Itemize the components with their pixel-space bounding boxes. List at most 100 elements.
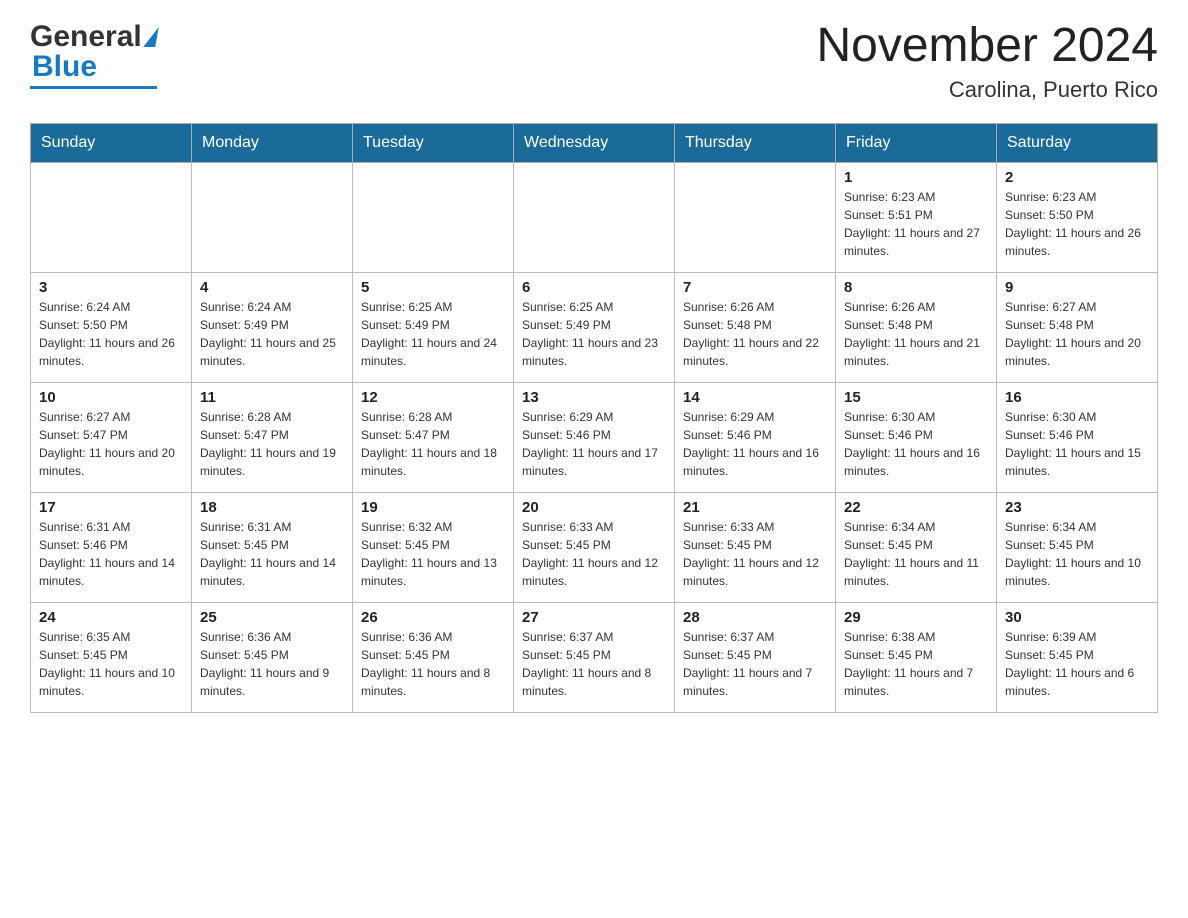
calendar-cell: 3Sunrise: 6:24 AM Sunset: 5:50 PM Daylig… (31, 272, 192, 382)
day-info: Sunrise: 6:25 AM Sunset: 5:49 PM Dayligh… (361, 298, 505, 370)
day-info: Sunrise: 6:35 AM Sunset: 5:45 PM Dayligh… (39, 628, 183, 700)
day-info: Sunrise: 6:30 AM Sunset: 5:46 PM Dayligh… (844, 408, 988, 480)
calendar-row-3: 17 Sunrise: 6:31 AM Sunset: 5:46 PM Dayli… (31, 492, 1158, 602)
day-info: Sunrise: 6:36 AM Sunset: 5:45 PM Dayligh… (200, 628, 344, 700)
col-header-friday: Friday (836, 123, 997, 162)
calendar-cell: 8 Sunrise: 6:26 AM Sunset: 5:48 PM Daylig… (836, 272, 997, 382)
calendar-table: SundayMondayTuesdayWednesdayThursdayFrid… (30, 123, 1158, 713)
calendar-cell: 7 Sunrise: 6:26 AM Sunset: 5:48 PM Daylig… (675, 272, 836, 382)
logo-general-text: General (30, 20, 142, 54)
calendar-cell: 28Sunrise: 6:37 AM Sunset: 5:45 PM Dayli… (675, 602, 836, 712)
day-info: Sunrise: 6:34 AM Sunset: 5:45 PM Dayligh… (844, 518, 988, 590)
day-number: 15 (844, 389, 988, 406)
day-info: Sunrise: 6:31 AM Sunset: 5:45 PM Dayligh… (200, 518, 344, 590)
day-info: Sunrise: 6:24 AM Sunset: 5:50 PM Dayligh… (39, 298, 183, 370)
day-number: 20 (522, 499, 666, 516)
day-info: Sunrise: 6:37 AM Sunset: 5:45 PM Dayligh… (683, 628, 827, 700)
calendar-cell: 1 Sunrise: 6:23 AM Sunset: 5:51 PM Daylig… (836, 162, 997, 272)
day-info: Sunrise: 6:32 AM Sunset: 5:45 PM Dayligh… (361, 518, 505, 590)
day-number: 27 (522, 609, 666, 626)
day-number: 24 (39, 609, 183, 626)
calendar-cell: 30 Sunrise: 6:39 AM Sunset: 5:45 PM Dayli… (997, 602, 1158, 712)
calendar-cell: 14 Sunrise: 6:29 AM Sunset: 5:46 PM Dayli… (675, 382, 836, 492)
day-number: 30 (1005, 609, 1149, 626)
title-block: November 2024 Carolina, Puerto Rico (816, 20, 1158, 103)
day-number: 7 (683, 279, 827, 296)
logo-blue-text: Blue (30, 50, 157, 84)
day-number: 13 (522, 389, 666, 406)
calendar-cell: 18 Sunrise: 6:31 AM Sunset: 5:45 PM Dayli… (192, 492, 353, 602)
day-number: 11 (200, 389, 344, 406)
day-number: 4 (200, 279, 344, 296)
day-number: 23 (1005, 499, 1149, 516)
day-info: Sunrise: 6:29 AM Sunset: 5:46 PM Dayligh… (683, 408, 827, 480)
col-header-sunday: Sunday (31, 123, 192, 162)
calendar-cell (192, 162, 353, 272)
day-info: Sunrise: 6:26 AM Sunset: 5:48 PM Dayligh… (844, 298, 988, 370)
day-number: 26 (361, 609, 505, 626)
day-info: Sunrise: 6:27 AM Sunset: 5:48 PM Dayligh… (1005, 298, 1149, 370)
day-number: 12 (361, 389, 505, 406)
calendar-row-1: 3Sunrise: 6:24 AM Sunset: 5:50 PM Daylig… (31, 272, 1158, 382)
calendar-cell (353, 162, 514, 272)
calendar-cell: 24 Sunrise: 6:35 AM Sunset: 5:45 PM Dayli… (31, 602, 192, 712)
logo-underline (30, 86, 157, 89)
day-info: Sunrise: 6:37 AM Sunset: 5:45 PM Dayligh… (522, 628, 666, 700)
calendar-header-row: SundayMondayTuesdayWednesdayThursdayFrid… (31, 123, 1158, 162)
col-header-monday: Monday (192, 123, 353, 162)
day-info: Sunrise: 6:28 AM Sunset: 5:47 PM Dayligh… (200, 408, 344, 480)
calendar-cell: 5Sunrise: 6:25 AM Sunset: 5:49 PM Daylig… (353, 272, 514, 382)
calendar-cell: 22 Sunrise: 6:34 AM Sunset: 5:45 PM Dayli… (836, 492, 997, 602)
day-info: Sunrise: 6:26 AM Sunset: 5:48 PM Dayligh… (683, 298, 827, 370)
calendar-cell: 11 Sunrise: 6:28 AM Sunset: 5:47 PM Dayli… (192, 382, 353, 492)
day-info: Sunrise: 6:27 AM Sunset: 5:47 PM Dayligh… (39, 408, 183, 480)
calendar-cell: 26 Sunrise: 6:36 AM Sunset: 5:45 PM Dayli… (353, 602, 514, 712)
day-info: Sunrise: 6:23 AM Sunset: 5:50 PM Dayligh… (1005, 188, 1149, 260)
day-info: Sunrise: 6:30 AM Sunset: 5:46 PM Dayligh… (1005, 408, 1149, 480)
day-info: Sunrise: 6:29 AM Sunset: 5:46 PM Dayligh… (522, 408, 666, 480)
day-info: Sunrise: 6:25 AM Sunset: 5:49 PM Dayligh… (522, 298, 666, 370)
calendar-cell: 21 Sunrise: 6:33 AM Sunset: 5:45 PM Dayli… (675, 492, 836, 602)
day-info: Sunrise: 6:38 AM Sunset: 5:45 PM Dayligh… (844, 628, 988, 700)
page-header: General Blue November 2024 Carolina, Pue… (30, 20, 1158, 103)
logo: General Blue (30, 20, 157, 89)
day-info: Sunrise: 6:33 AM Sunset: 5:45 PM Dayligh… (683, 518, 827, 590)
day-number: 19 (361, 499, 505, 516)
day-number: 1 (844, 169, 988, 186)
day-info: Sunrise: 6:34 AM Sunset: 5:45 PM Dayligh… (1005, 518, 1149, 590)
calendar-cell: 2Sunrise: 6:23 AM Sunset: 5:50 PM Daylig… (997, 162, 1158, 272)
calendar-row-4: 24 Sunrise: 6:35 AM Sunset: 5:45 PM Dayli… (31, 602, 1158, 712)
day-number: 14 (683, 389, 827, 406)
day-info: Sunrise: 6:31 AM Sunset: 5:46 PM Dayligh… (39, 518, 183, 590)
day-info: Sunrise: 6:36 AM Sunset: 5:45 PM Dayligh… (361, 628, 505, 700)
calendar-cell: 10 Sunrise: 6:27 AM Sunset: 5:47 PM Dayli… (31, 382, 192, 492)
day-number: 18 (200, 499, 344, 516)
calendar-cell: 23 Sunrise: 6:34 AM Sunset: 5:45 PM Dayli… (997, 492, 1158, 602)
calendar-cell: 9Sunrise: 6:27 AM Sunset: 5:48 PM Daylig… (997, 272, 1158, 382)
calendar-cell: 6 Sunrise: 6:25 AM Sunset: 5:49 PM Daylig… (514, 272, 675, 382)
col-header-thursday: Thursday (675, 123, 836, 162)
calendar-cell: 29Sunrise: 6:38 AM Sunset: 5:45 PM Dayli… (836, 602, 997, 712)
calendar-cell: 25Sunrise: 6:36 AM Sunset: 5:45 PM Dayli… (192, 602, 353, 712)
calendar-row-2: 10 Sunrise: 6:27 AM Sunset: 5:47 PM Dayli… (31, 382, 1158, 492)
location-text: Carolina, Puerto Rico (816, 77, 1158, 103)
day-number: 17 (39, 499, 183, 516)
day-number: 6 (522, 279, 666, 296)
calendar-cell: 15 Sunrise: 6:30 AM Sunset: 5:46 PM Dayli… (836, 382, 997, 492)
day-number: 8 (844, 279, 988, 296)
calendar-cell: 19 Sunrise: 6:32 AM Sunset: 5:45 PM Dayli… (353, 492, 514, 602)
day-info: Sunrise: 6:33 AM Sunset: 5:45 PM Dayligh… (522, 518, 666, 590)
calendar-cell: 27 Sunrise: 6:37 AM Sunset: 5:45 PM Dayli… (514, 602, 675, 712)
col-header-tuesday: Tuesday (353, 123, 514, 162)
calendar-cell: 16Sunrise: 6:30 AM Sunset: 5:46 PM Dayli… (997, 382, 1158, 492)
calendar-cell: 4Sunrise: 6:24 AM Sunset: 5:49 PM Daylig… (192, 272, 353, 382)
month-title: November 2024 (816, 20, 1158, 73)
calendar-cell: 17 Sunrise: 6:31 AM Sunset: 5:46 PM Dayli… (31, 492, 192, 602)
day-number: 21 (683, 499, 827, 516)
day-info: Sunrise: 6:23 AM Sunset: 5:51 PM Dayligh… (844, 188, 988, 260)
day-info: Sunrise: 6:39 AM Sunset: 5:45 PM Dayligh… (1005, 628, 1149, 700)
calendar-cell: 13 Sunrise: 6:29 AM Sunset: 5:46 PM Dayli… (514, 382, 675, 492)
calendar-cell: 20 Sunrise: 6:33 AM Sunset: 5:45 PM Dayli… (514, 492, 675, 602)
day-number: 22 (844, 499, 988, 516)
day-number: 10 (39, 389, 183, 406)
